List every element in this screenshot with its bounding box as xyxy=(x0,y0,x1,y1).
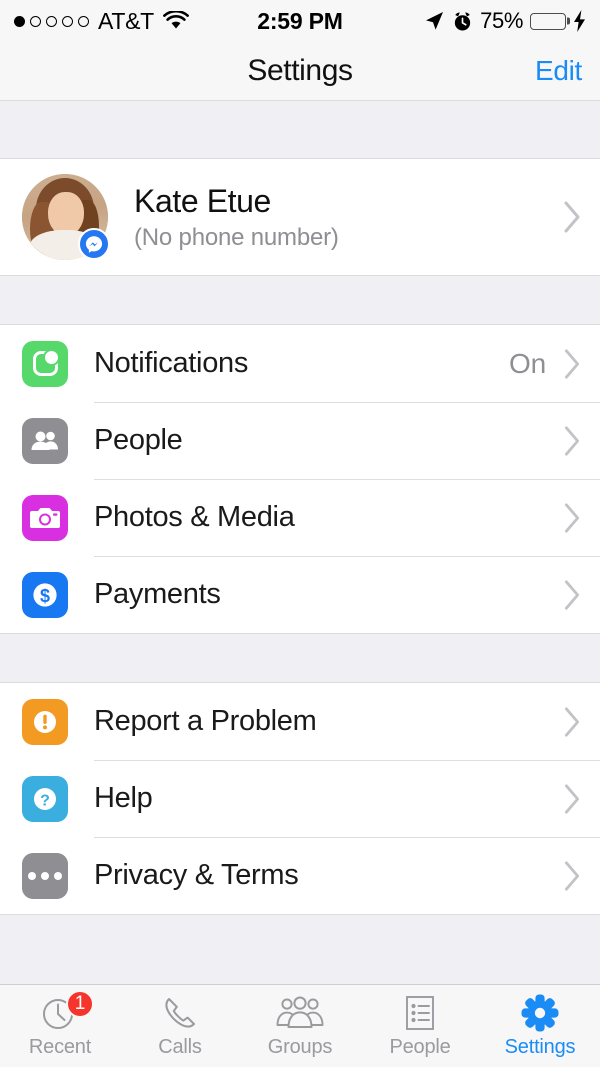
chevron-right-icon xyxy=(564,860,580,891)
settings-row-label: Notifications xyxy=(94,347,249,379)
lightning-bolt-icon xyxy=(574,10,585,32)
tab-bar: 1 Recent Calls Groups People Settings xyxy=(0,984,600,1067)
tab-recent[interactable]: 1 Recent xyxy=(0,985,120,1067)
notifications-icon xyxy=(22,340,68,387)
notifications-status-value: On xyxy=(509,347,546,379)
clock-icon: 1 xyxy=(40,990,94,1033)
page-title: Settings xyxy=(247,54,353,87)
contacts-list-icon xyxy=(402,993,438,1033)
avatar[interactable] xyxy=(22,174,110,260)
profile-text: Kate Etue (No phone number) xyxy=(134,183,339,252)
settings-row-label: People xyxy=(94,424,183,456)
settings-row-payments[interactable]: $ Payments xyxy=(0,556,600,633)
recent-badge: 1 xyxy=(66,990,94,1018)
tab-calls[interactable]: Calls xyxy=(120,985,240,1067)
location-arrow-icon xyxy=(426,12,444,30)
section-gap-bottom xyxy=(0,915,600,984)
tab-groups[interactable]: Groups xyxy=(240,985,360,1067)
tab-label: Calls xyxy=(158,1036,202,1058)
messenger-badge-icon xyxy=(78,228,110,260)
settings-group-2: Report a Problem ? Help Privacy & Terms xyxy=(0,682,600,915)
tab-label: Groups xyxy=(267,1036,333,1058)
settings-row-label: Payments xyxy=(94,578,221,610)
profile-subtitle: (No phone number) xyxy=(134,223,339,251)
alarm-clock-icon xyxy=(455,12,471,30)
chevron-right-icon xyxy=(564,201,580,233)
tab-settings[interactable]: Settings xyxy=(480,985,600,1067)
tab-label: Settings xyxy=(504,1036,576,1058)
people-icon xyxy=(22,417,68,464)
profile-row[interactable]: Kate Etue (No phone number) xyxy=(0,159,600,275)
help-question-icon: ? xyxy=(22,775,68,822)
chevron-right-icon xyxy=(564,502,580,533)
battery-icon xyxy=(530,12,570,30)
settings-row-label: Photos & Media xyxy=(94,501,295,533)
gear-icon xyxy=(520,993,560,1033)
camera-icon xyxy=(22,494,68,541)
settings-row-photos-media[interactable]: Photos & Media xyxy=(0,479,600,556)
phone-icon xyxy=(161,993,199,1033)
chevron-right-icon xyxy=(564,425,580,456)
settings-row-label: Help xyxy=(94,782,153,814)
tab-label: Recent xyxy=(28,1036,92,1058)
profile-group: Kate Etue (No phone number) xyxy=(0,158,600,276)
section-gap-2 xyxy=(0,634,600,682)
settings-row-label: Report a Problem xyxy=(94,705,317,737)
navigation-bar: Settings Edit xyxy=(0,42,600,101)
section-gap-top xyxy=(0,101,600,158)
battery-percent-label: 75% xyxy=(480,8,523,33)
settings-row-report-problem[interactable]: Report a Problem xyxy=(0,683,600,760)
status-bar-right: 75% xyxy=(423,8,586,34)
chevron-right-icon xyxy=(564,706,580,737)
chevron-right-icon xyxy=(564,579,580,610)
edit-button[interactable]: Edit xyxy=(535,55,582,87)
tab-label: People xyxy=(389,1036,451,1058)
chevron-right-icon xyxy=(564,348,580,379)
messenger-settings-screen: AT&T 2:59 PM 75% Settings Edit Kate Etue… xyxy=(0,0,600,1067)
svg-text:$: $ xyxy=(40,586,50,606)
svg-text:?: ? xyxy=(40,792,50,809)
chevron-right-icon xyxy=(564,783,580,814)
tab-people[interactable]: People xyxy=(360,985,480,1067)
group-people-icon xyxy=(274,993,326,1033)
profile-name: Kate Etue xyxy=(134,182,271,219)
settings-row-label: Privacy & Terms xyxy=(94,859,299,891)
settings-row-privacy-terms[interactable]: Privacy & Terms xyxy=(0,837,600,914)
status-bar: AT&T 2:59 PM 75% xyxy=(0,0,600,42)
settings-row-notifications[interactable]: Notifications On xyxy=(0,325,600,402)
section-gap-1 xyxy=(0,276,600,324)
settings-row-help[interactable]: ? Help xyxy=(0,760,600,837)
report-problem-icon xyxy=(22,698,68,745)
payments-dollar-icon: $ xyxy=(22,571,68,618)
settings-row-people[interactable]: People xyxy=(0,402,600,479)
settings-group-1: Notifications On People Photos & Media $… xyxy=(0,324,600,634)
privacy-terms-icon xyxy=(22,852,68,899)
settings-list: Kate Etue (No phone number) Notification… xyxy=(0,101,600,984)
